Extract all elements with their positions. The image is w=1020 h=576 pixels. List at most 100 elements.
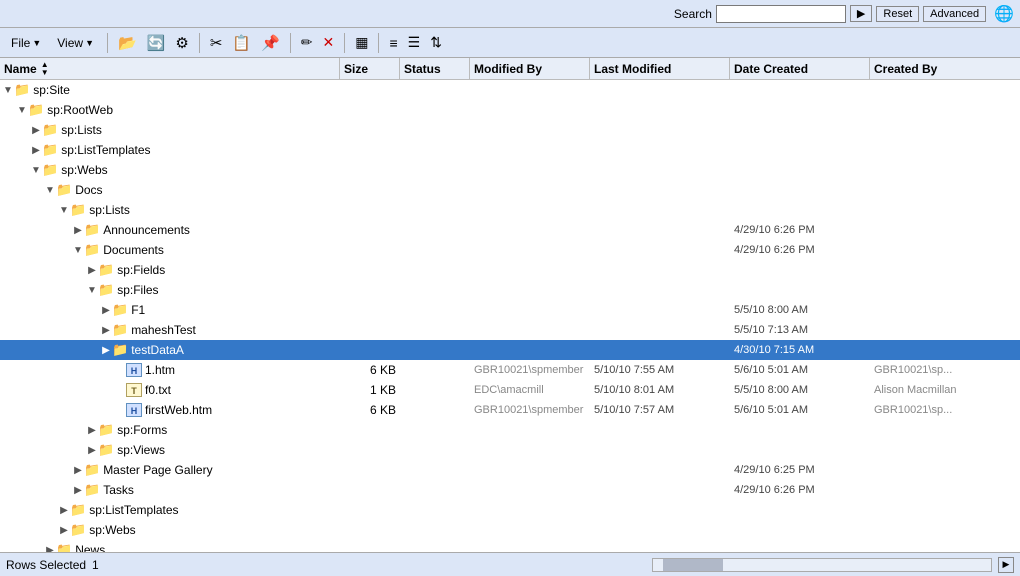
tree-cell-datecreated: 4/29/10 6:26 PM	[730, 244, 870, 256]
folder-icon: 📁	[98, 282, 114, 298]
folder-icon: 📁	[112, 302, 128, 318]
help-icon[interactable]: 🌐	[994, 4, 1014, 24]
search-label: Search	[674, 7, 712, 21]
tree-toggle[interactable]: ▶	[86, 425, 98, 436]
tree-row[interactable]: H 1.htm 6 KB GBR10021\spmember 5/10/10 7…	[0, 360, 1020, 380]
tree-cell-modby: GBR10021\spmember	[470, 404, 590, 416]
tree-row[interactable]: ▶ 📁 sp:ListTemplates	[0, 140, 1020, 160]
tree-toggle[interactable]: ▼	[86, 285, 98, 296]
tree-item-label: Docs	[75, 183, 102, 197]
tree-toggle[interactable]: ▼	[30, 165, 42, 176]
folder-icon: 📁	[42, 122, 58, 138]
tree-toggle[interactable]: ▶	[30, 145, 42, 156]
tree-cell-size: 1 KB	[340, 383, 400, 397]
tree-row[interactable]: ▼ 📁 Documents 4/29/10 6:26 PM	[0, 240, 1020, 260]
tree-cell-name: ▶ 📁 sp:Fields	[0, 262, 340, 278]
file-menu[interactable]: File ▼	[4, 33, 48, 53]
tree-toggle[interactable]: ▶	[72, 225, 84, 236]
tree-toggle[interactable]: ▶	[100, 345, 112, 356]
tree-toggle[interactable]: ▼	[2, 85, 14, 96]
search-input[interactable]	[716, 5, 846, 23]
folder-icon: 📁	[42, 162, 58, 178]
tree-cell-datecreated: 4/29/10 6:26 PM	[730, 484, 870, 496]
tree-toggle[interactable]: ▶	[30, 125, 42, 136]
tree-cell-name: ▶ 📁 maheshTest	[0, 322, 340, 338]
tree-row[interactable]: ▶ 📁 Announcements 4/29/10 6:26 PM	[0, 220, 1020, 240]
copy-button[interactable]: 📋	[228, 31, 255, 55]
col-header-name[interactable]: Name ▲▼	[0, 58, 340, 79]
tree-cell-name: ▶ 📁 Master Page Gallery	[0, 462, 340, 478]
tree-row[interactable]: ▼ 📁 Docs	[0, 180, 1020, 200]
tree-cell-datecreated: 4/30/10 7:15 AM	[730, 344, 870, 356]
tree-row[interactable]: ▶ 📁 sp:Views	[0, 440, 1020, 460]
horizontal-scrollbar[interactable]	[652, 558, 992, 572]
tree-toggle[interactable]: ▶	[72, 485, 84, 496]
file-htm-icon: H	[126, 363, 142, 377]
search-reset-button[interactable]: Reset	[876, 6, 919, 22]
tree-toggle[interactable]: ▶	[44, 545, 56, 553]
tree-row[interactable]: ▶ 📁 Master Page Gallery 4/29/10 6:25 PM	[0, 460, 1020, 480]
open-button[interactable]: 📂	[114, 31, 141, 55]
search-go-button[interactable]: ▶	[850, 5, 872, 22]
grid-button[interactable]: ▦	[351, 31, 372, 54]
toolbar-separator-2	[199, 33, 200, 53]
tree-row[interactable]: H firstWeb.htm 6 KB GBR10021\spmember 5/…	[0, 400, 1020, 420]
tree-toggle[interactable]: ▼	[72, 245, 84, 256]
tree-row[interactable]: ▼ 📁 sp:Webs	[0, 160, 1020, 180]
tree-row[interactable]: ▶ 📁 News	[0, 540, 1020, 552]
sort-button[interactable]: ⇅	[426, 31, 446, 54]
tree-toggle[interactable]: ▼	[16, 105, 28, 116]
tree-item-label: f0.txt	[145, 383, 171, 397]
search-advanced-button[interactable]: Advanced	[923, 6, 986, 22]
tree-toggle[interactable]: ▶	[58, 505, 70, 516]
tree-row[interactable]: ▼ 📁 sp:Lists	[0, 200, 1020, 220]
tree-toggle[interactable]: ▶	[58, 525, 70, 536]
tree-row[interactable]: ▶ 📁 F1 5/5/10 8:00 AM	[0, 300, 1020, 320]
align-center-button[interactable]: ☰	[404, 31, 425, 54]
tree-toggle[interactable]: ▶	[86, 265, 98, 276]
tree-row[interactable]: ▶ 📁 testDataA 4/30/10 7:15 AM	[0, 340, 1020, 360]
tree-cell-datecreated: 5/5/10 7:13 AM	[730, 324, 870, 336]
tree-cell-datecreated: 5/5/10 8:00 AM	[730, 384, 870, 396]
cut-button[interactable]: ✂	[206, 31, 227, 55]
tree-toggle[interactable]: ▶	[72, 465, 84, 476]
tree-row[interactable]: ▶ 📁 sp:Forms	[0, 420, 1020, 440]
tree-cell-name: ▶ 📁 Announcements	[0, 222, 340, 238]
scroll-right-button[interactable]: ▶	[998, 557, 1014, 573]
tree-row[interactable]: ▶ 📁 Tasks 4/29/10 6:26 PM	[0, 480, 1020, 500]
tree-toggle[interactable]: ▼	[58, 205, 70, 216]
tree-cell-name: ▼ 📁 sp:Webs	[0, 162, 340, 178]
col-header-status[interactable]: Status	[400, 58, 470, 79]
tree-row[interactable]: ▶ 📁 sp:Lists	[0, 120, 1020, 140]
col-header-datecreated[interactable]: Date Created	[730, 58, 870, 79]
tree-row[interactable]: ▼ 📁 sp:Files	[0, 280, 1020, 300]
delete-button[interactable]: ✕	[319, 31, 339, 54]
tree-toggle[interactable]: ▶	[100, 325, 112, 336]
col-header-createdby[interactable]: Created By	[870, 58, 1020, 79]
col-header-modby[interactable]: Modified By	[470, 58, 590, 79]
align-left-button[interactable]: ≡	[385, 32, 401, 54]
edit-button[interactable]: ✏	[297, 31, 317, 54]
tree-row[interactable]: ▶ 📁 sp:Fields	[0, 260, 1020, 280]
tree-row[interactable]: ▶ 📁 sp:ListTemplates	[0, 500, 1020, 520]
refresh-button[interactable]: 🔄	[143, 31, 170, 55]
tree-row[interactable]: T f0.txt 1 KB EDC\amacmill 5/10/10 8:01 …	[0, 380, 1020, 400]
view-menu[interactable]: View ▼	[50, 33, 101, 53]
paste-button[interactable]: 📌	[257, 31, 284, 55]
tree-cell-name: ▶ 📁 News	[0, 542, 340, 552]
tree-row[interactable]: ▼ 📁 sp:RootWeb	[0, 100, 1020, 120]
name-sort-icon: ▲▼	[41, 61, 49, 77]
rows-selected-value: 1	[92, 558, 99, 572]
col-header-lastmod[interactable]: Last Modified	[590, 58, 730, 79]
tree-toggle[interactable]: ▼	[44, 185, 56, 196]
tree-row[interactable]: ▼ 📁 sp:Site	[0, 80, 1020, 100]
tree-item-label: Tasks	[103, 483, 134, 497]
tree-item-label: 1.htm	[145, 363, 175, 377]
settings-button[interactable]: ⚙	[171, 31, 192, 55]
tree-toggle[interactable]: ▶	[86, 445, 98, 456]
tree-cell-modby: GBR10021\spmember	[470, 364, 590, 376]
col-header-size[interactable]: Size	[340, 58, 400, 79]
tree-row[interactable]: ▶ 📁 sp:Webs	[0, 520, 1020, 540]
tree-toggle[interactable]: ▶	[100, 305, 112, 316]
tree-row[interactable]: ▶ 📁 maheshTest 5/5/10 7:13 AM	[0, 320, 1020, 340]
